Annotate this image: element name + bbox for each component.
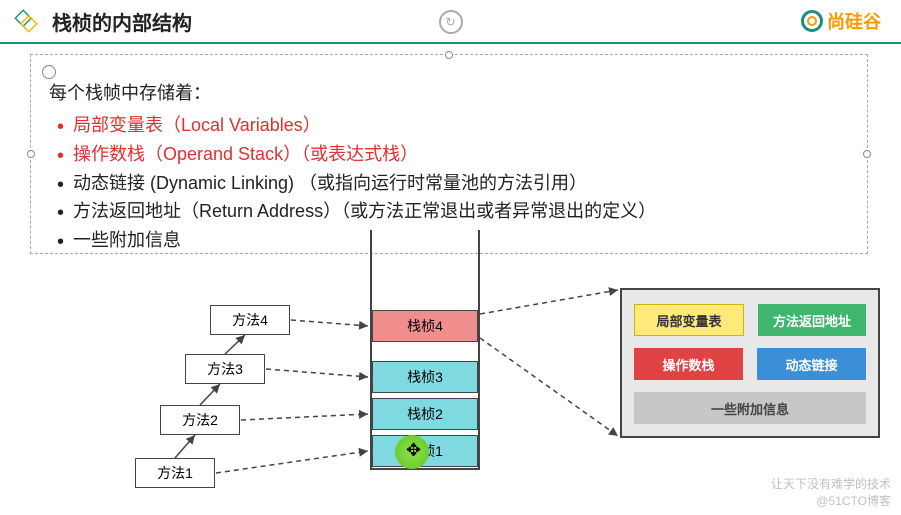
- brand-text: 尚硅谷: [827, 8, 881, 34]
- detail-return-address: 方法返回地址: [758, 304, 866, 336]
- stack-frame-2: 栈桢2: [372, 398, 478, 430]
- bullet-dynamic-linking: 动态链接 (Dynamic Linking) （或指向运行时常量池的方法引用）: [49, 169, 849, 198]
- brand-logo: 尚硅谷: [801, 8, 881, 34]
- diagram-area: 方法1 方法2 方法3 方法4 栈桢1 栈桢2 栈桢3 栈桢4 局部变量表 方法…: [0, 230, 901, 510]
- slide-header: 栈桢的内部结构 ↻ 尚硅谷: [0, 0, 901, 44]
- resize-handle-left[interactable]: [27, 150, 35, 158]
- bullet-local-variables: 局部变量表（Local Variables）: [49, 111, 849, 140]
- brand-circle-icon: [801, 10, 823, 32]
- rotate-handle[interactable]: [42, 65, 56, 79]
- intro-text: 每个栈帧中存储着：: [49, 79, 849, 105]
- stack-frame-4: 栈桢4: [372, 310, 478, 342]
- content-text-box[interactable]: 每个栈帧中存储着： 局部变量表（Local Variables） 操作数栈（Op…: [30, 54, 868, 254]
- method-4-box: 方法4: [210, 305, 290, 335]
- frame-detail-box: 局部变量表 方法返回地址 操作数栈 动态链接 一些附加信息: [620, 288, 880, 438]
- watermark: 让天下没有难学的技术 @51CTO博客: [771, 476, 891, 510]
- watermark-line1: 让天下没有难学的技术: [771, 476, 891, 493]
- detail-local-variables: 局部变量表: [634, 304, 744, 336]
- resize-handle-right[interactable]: [863, 150, 871, 158]
- cursor-icon: ✥: [406, 440, 421, 461]
- watermark-line2: @51CTO博客: [771, 493, 891, 510]
- detail-extra-info: 一些附加信息: [634, 392, 866, 424]
- method-3-box: 方法3: [185, 354, 265, 384]
- resize-handle-top[interactable]: [445, 51, 453, 59]
- logo-diamond-icon: [12, 7, 40, 35]
- bullet-operand-stack: 操作数栈（Operand Stack）（或表达式栈）: [49, 140, 849, 169]
- play-icon: ↻: [439, 10, 463, 34]
- stack-frame-3: 栈桢3: [372, 361, 478, 393]
- stack-container: [370, 230, 480, 470]
- detail-operand-stack: 操作数栈: [634, 348, 743, 380]
- bullet-return-address: 方法返回地址（Return Address）（或方法正常退出或者异常退出的定义）: [49, 197, 849, 226]
- method-1-box: 方法1: [135, 458, 215, 488]
- method-2-box: 方法2: [160, 405, 240, 435]
- slide-title: 栈桢的内部结构: [52, 7, 192, 36]
- detail-dynamic-linking: 动态链接: [757, 348, 866, 380]
